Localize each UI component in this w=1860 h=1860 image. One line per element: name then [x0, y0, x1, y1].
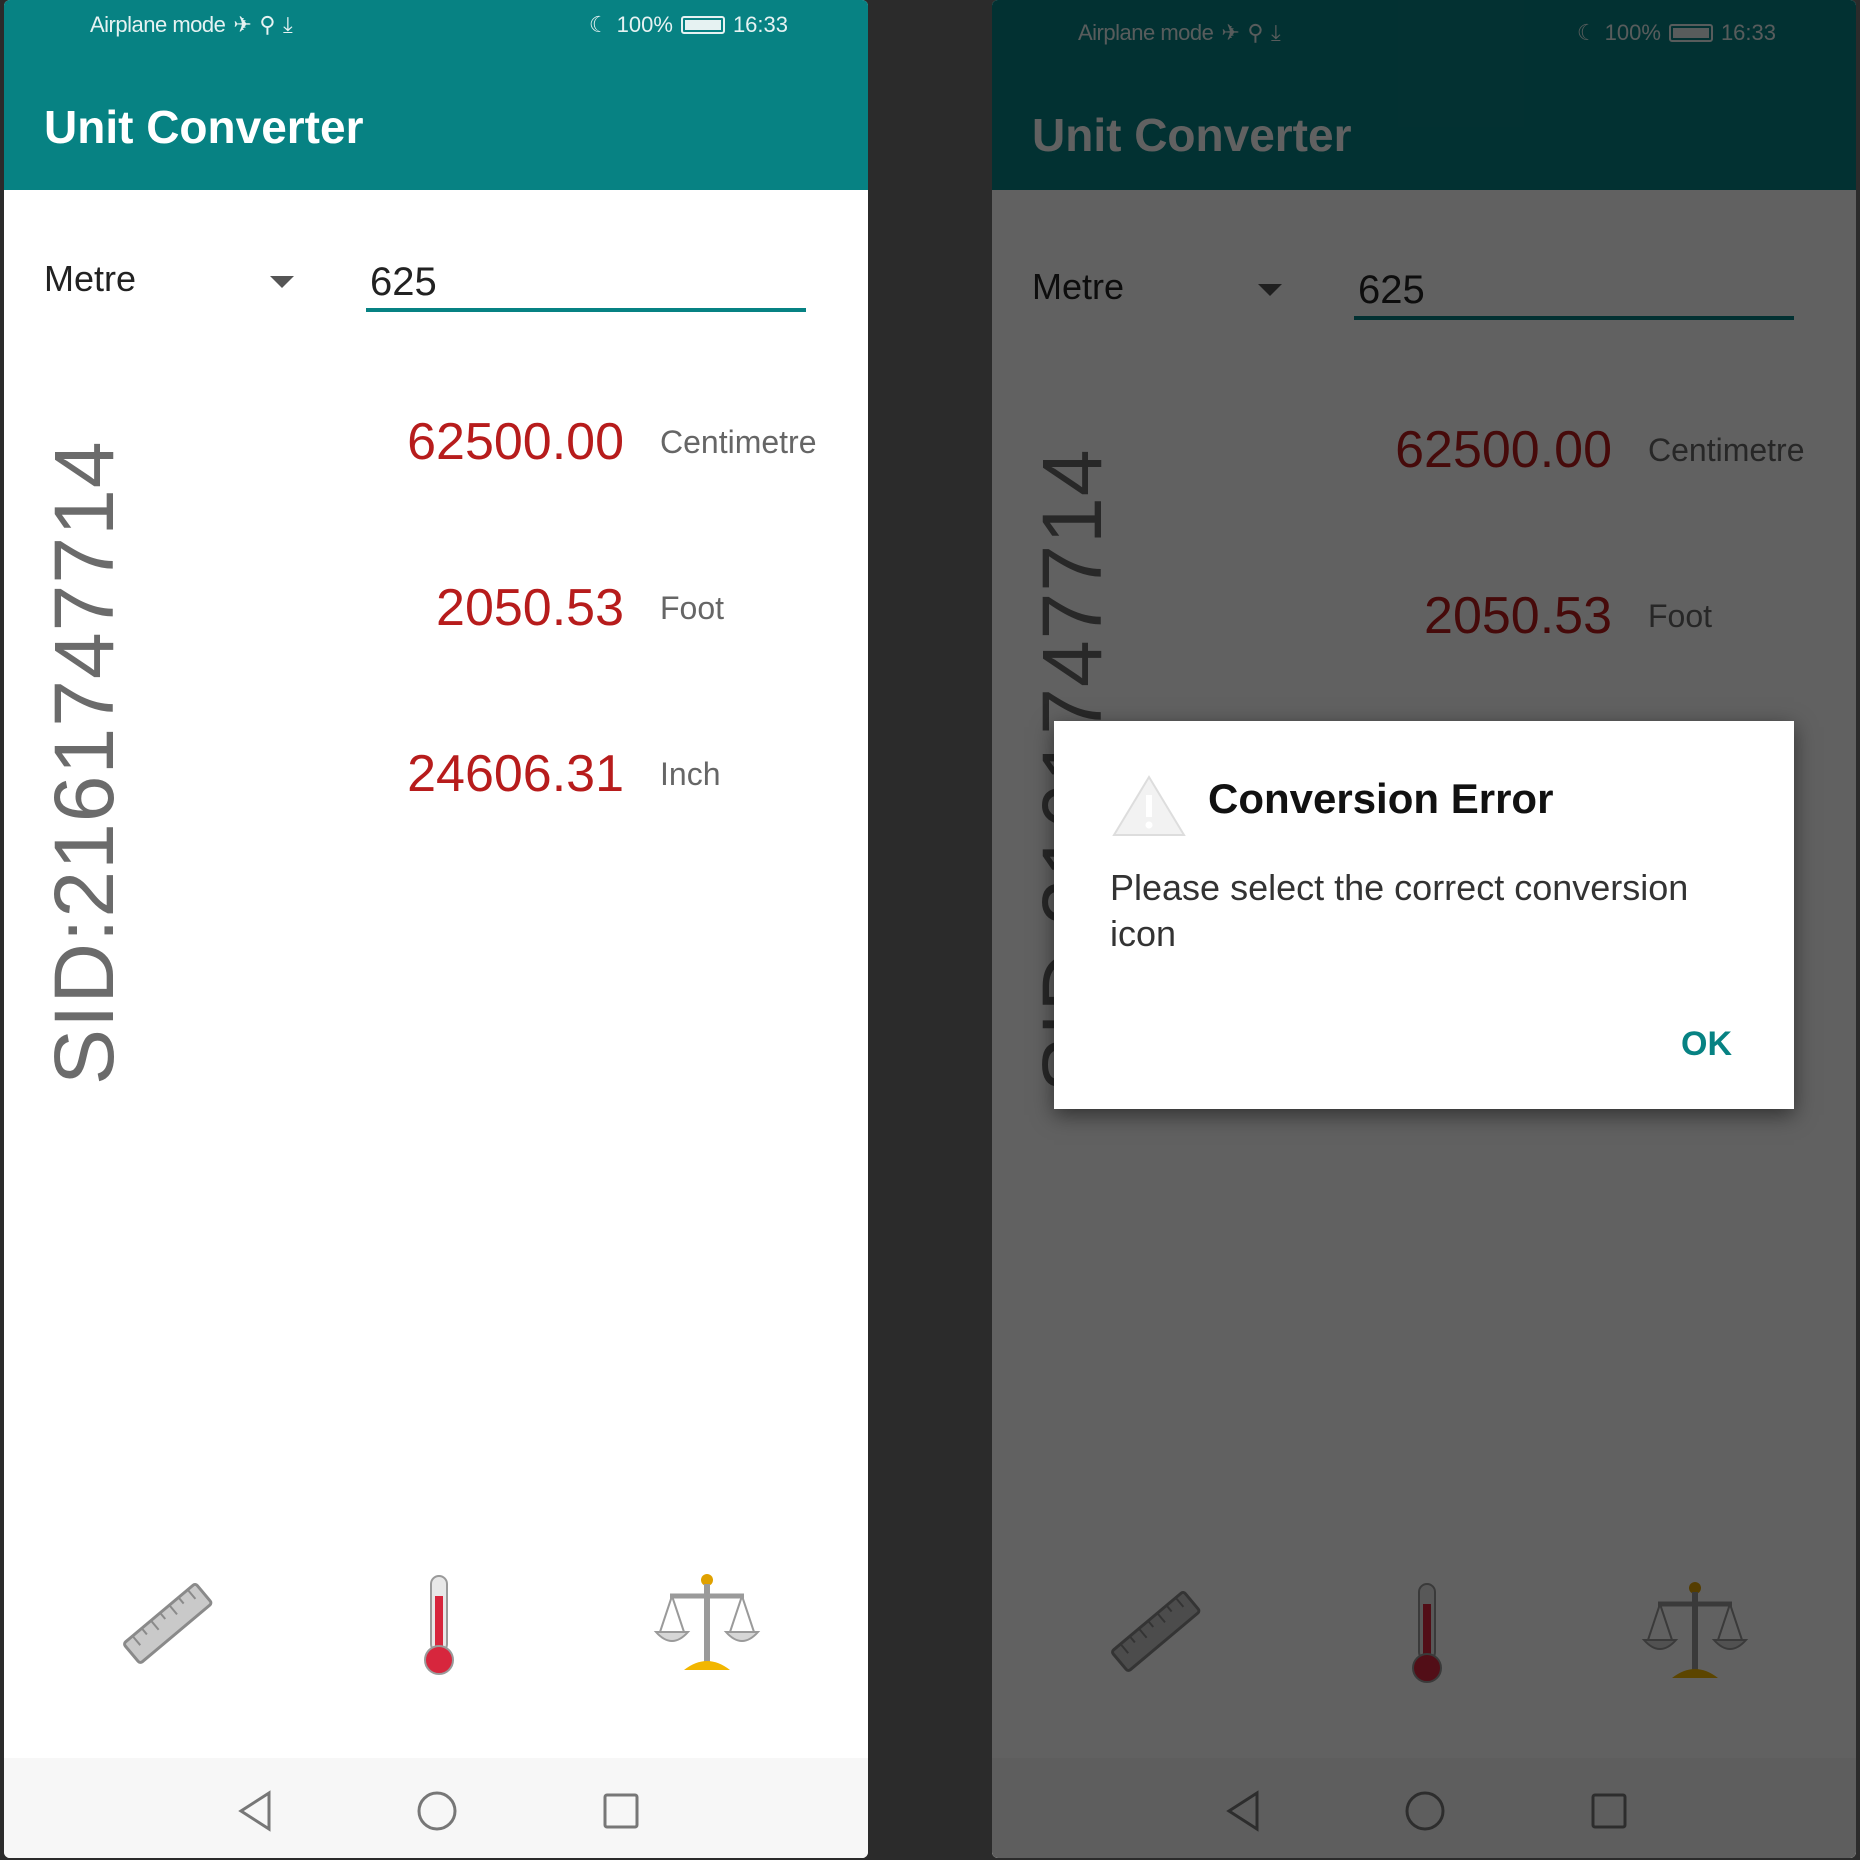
battery-percent: 100%: [616, 12, 673, 37]
value-input[interactable]: [366, 256, 806, 312]
status-bar: Airplane mode ✈ ⚲ ⤓ ☾ 100% 16:33: [4, 0, 868, 50]
watermark: SID:2161747714: [37, 440, 131, 1085]
unit-dropdown[interactable]: Metre: [44, 258, 294, 308]
phone-screen-left: Airplane mode ✈ ⚲ ⤓ ☾ 100% 16:33 Unit Co…: [4, 0, 868, 1858]
ok-button[interactable]: OK: [1669, 1019, 1744, 1070]
thermometer-icon[interactable]: [374, 1560, 504, 1690]
back-icon[interactable]: [230, 1786, 280, 1836]
result-value: 24606.31: [407, 745, 624, 803]
result-row: 24606.31 Inch: [4, 744, 868, 814]
navigation-bar: [4, 1758, 868, 1858]
dialog-title: Conversion Error: [1208, 775, 1554, 822]
result-value: 62500.00: [407, 413, 624, 471]
home-icon[interactable]: [412, 1786, 462, 1836]
app-bar: Airplane mode ✈ ⚲ ⤓ ☾ 100% 16:33 Unit Co…: [4, 0, 868, 190]
moon-icon: ☾: [588, 12, 609, 37]
download-icon: ⤓: [282, 12, 293, 37]
converter-type-bar: [4, 1560, 868, 1690]
result-row: 62500.00 Centimetre: [4, 412, 868, 482]
unit-dropdown-value: Metre: [44, 258, 137, 299]
clock: 16:33: [732, 12, 788, 37]
dropdown-arrow-icon: [270, 276, 294, 288]
airplane-icon: ✈: [233, 12, 252, 37]
result-value: 2050.53: [436, 579, 624, 637]
usb-icon: ⚲: [259, 12, 275, 37]
app-title: Unit Converter: [44, 101, 364, 153]
balance-scale-icon[interactable]: [642, 1560, 772, 1690]
airplane-mode-label: Airplane mode: [90, 12, 226, 37]
phone-screen-right: Airplane mode ✈ ⚲ ⤓ ☾ 100% 16:33 Unit Co…: [992, 0, 1856, 1858]
result-unit: Centimetre: [660, 424, 817, 460]
dialog-message: Please select the correct conversion ico…: [1110, 867, 1689, 954]
recents-icon[interactable]: [596, 1786, 646, 1836]
result-unit: Foot: [660, 590, 725, 626]
warning-icon: [1110, 773, 1188, 844]
result-unit: Inch: [660, 756, 721, 792]
result-row: 2050.53 Foot: [4, 578, 868, 648]
error-dialog: Conversion Error Please select the corre…: [1054, 721, 1794, 1109]
battery-icon: [680, 16, 725, 34]
ruler-icon[interactable]: [104, 1560, 234, 1690]
